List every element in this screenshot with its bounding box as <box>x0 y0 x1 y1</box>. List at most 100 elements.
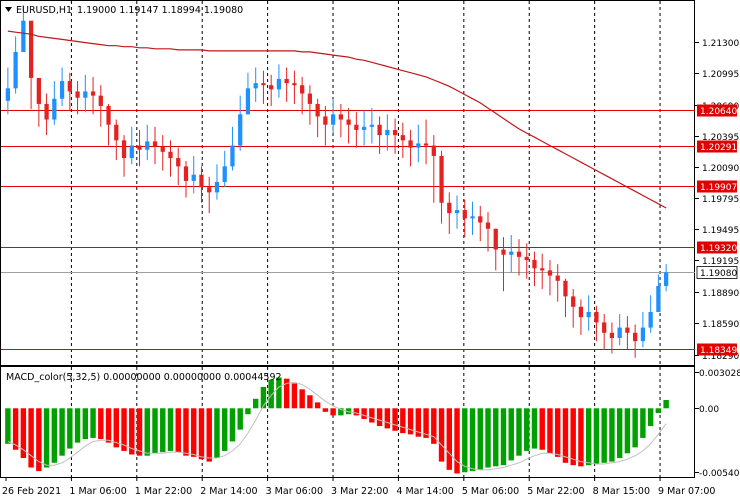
macd-bar <box>206 408 212 462</box>
macd-bar <box>191 408 197 457</box>
candle-body <box>501 249 506 255</box>
macd-bar <box>198 408 205 460</box>
macd-bar <box>369 408 375 423</box>
candle-body <box>253 83 258 89</box>
level-tag-label: 1.19907 <box>700 183 737 193</box>
candle-body <box>183 166 189 181</box>
macd-bar <box>314 402 321 409</box>
macd-bar <box>322 408 329 412</box>
candle-body <box>222 166 227 182</box>
macd-bar <box>477 408 483 470</box>
candle-body <box>261 83 266 86</box>
candle-body <box>423 143 429 146</box>
candle-body <box>532 259 537 269</box>
macd-bar <box>268 379 274 409</box>
candle-body <box>276 78 282 90</box>
candle-body <box>284 78 289 84</box>
macd-bar <box>51 408 58 463</box>
macd-bar <box>376 408 383 427</box>
candle-body <box>493 228 498 250</box>
x-tick-label: 4 Mar 14:00 <box>396 486 453 497</box>
macd-bar <box>624 408 631 454</box>
candle-body <box>617 327 622 338</box>
macd-bar <box>43 408 50 468</box>
level-tag-label: 1.20291 <box>700 143 737 153</box>
candle-body <box>129 145 134 159</box>
candle-body <box>555 275 560 281</box>
macd-bar <box>400 408 406 434</box>
macd-bar <box>500 408 507 466</box>
macd-bar <box>98 408 104 440</box>
y-tick-label: 1.19795 <box>702 195 739 205</box>
y-tick-label: 1.18590 <box>702 320 739 330</box>
candle-body <box>292 83 297 86</box>
macd-bar <box>469 408 476 472</box>
macd-title: MACD_color(5,32,5) 0.00000000 0.00000000… <box>6 372 282 383</box>
x-tick-label: 9 Mar 07:00 <box>658 486 715 497</box>
candle-body <box>586 311 591 318</box>
macd-bar <box>237 408 243 430</box>
macd-bar <box>570 408 576 466</box>
price-axis: 1.213001.209951.206901.203951.200901.197… <box>695 39 739 362</box>
candle-body <box>168 151 173 159</box>
candle-body <box>207 187 212 193</box>
candle-body <box>478 216 483 223</box>
candle-body <box>516 251 522 257</box>
candle-body <box>485 222 491 229</box>
macd-bar <box>554 408 561 457</box>
candle-body <box>354 124 359 130</box>
candle-body <box>28 20 34 78</box>
macd-bar <box>485 408 491 468</box>
macd-bar <box>144 408 150 456</box>
macd-bar <box>438 408 445 462</box>
candle-body <box>462 210 467 219</box>
macd-bar <box>516 408 522 456</box>
y-tick-label: 0.00 <box>699 405 719 415</box>
macd-bar <box>508 408 514 461</box>
candle-body <box>152 141 158 147</box>
y-tick-label: 1.19195 <box>702 257 739 267</box>
symbol-label: EURUSD,H1 <box>16 5 72 16</box>
macd-bar <box>562 408 569 463</box>
macd-bar <box>229 408 236 442</box>
candle-body <box>52 98 57 120</box>
macd-bar <box>299 389 305 409</box>
macd-bar <box>175 408 181 453</box>
candle-body <box>633 332 638 342</box>
macd-bar <box>524 408 530 451</box>
macd-bar <box>82 408 89 440</box>
level-tag-label: 1.18349 <box>700 346 737 356</box>
macd-bar <box>214 408 220 459</box>
candle-body <box>416 143 421 148</box>
candle-body <box>323 116 328 125</box>
x-tick-label: 3 Mar 22:00 <box>331 486 388 497</box>
candle-body <box>602 322 607 333</box>
x-tick-label: 26 Feb 2021 <box>2 486 61 497</box>
macd-bar <box>547 408 553 454</box>
candle-body <box>524 256 529 260</box>
candle-body <box>470 216 475 219</box>
candle-body <box>447 202 452 214</box>
macd-axis: 0.0030284 0.00 -0.005403 <box>695 369 740 479</box>
candle-body <box>36 77 41 104</box>
candle-body <box>230 145 235 167</box>
y-tick-label: 1.19495 <box>702 226 739 236</box>
candle-body <box>625 327 630 333</box>
candle-body <box>656 285 661 312</box>
candle-body <box>21 20 26 52</box>
candle-body <box>408 140 413 148</box>
candle-body <box>509 251 514 255</box>
y-tick-label: 1.18890 <box>702 289 739 299</box>
candle-body <box>663 272 669 286</box>
candle-body <box>75 91 80 98</box>
candle-body <box>160 146 165 152</box>
chart-canvas[interactable]: 1.213001.209951.206901.203951.200901.197… <box>0 0 740 500</box>
candle-body <box>176 158 181 167</box>
macd-bar <box>454 408 460 474</box>
candle-body <box>338 114 344 120</box>
candle-body <box>83 91 88 98</box>
x-tick-label: 8 Mar 15:00 <box>593 486 650 497</box>
candle-body <box>300 85 305 94</box>
macd-bar <box>160 408 166 453</box>
macd-bar <box>353 408 360 416</box>
